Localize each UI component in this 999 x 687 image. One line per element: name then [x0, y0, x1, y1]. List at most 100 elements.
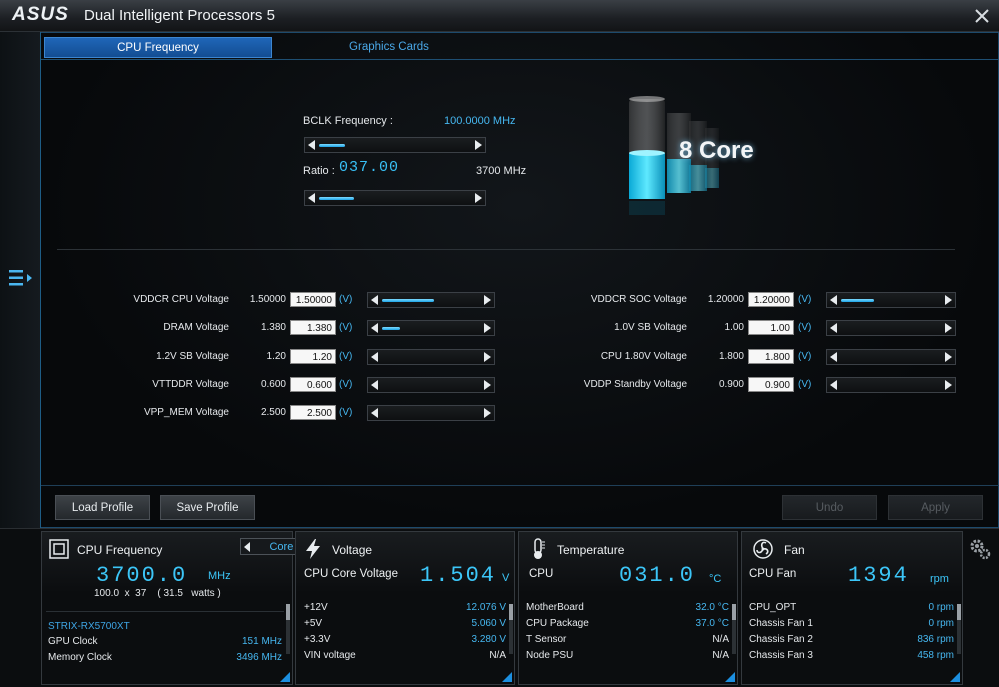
expand-corner-icon[interactable]	[950, 672, 960, 682]
cpu-core-voltage-value: 1.504	[420, 563, 497, 588]
ratio-value[interactable]: 037.00	[339, 159, 399, 176]
sensor-label: GPU Clock	[48, 636, 98, 647]
voltage-default: 1.20	[266, 350, 286, 362]
voltage-unit: (V)	[339, 350, 353, 362]
gpu-name: STRIX-RX5700XT	[48, 621, 130, 632]
cpu-fan-unit: rpm	[930, 573, 949, 585]
voltage-input[interactable]: 1.800	[748, 348, 794, 364]
slider-left-arrow-icon[interactable]	[371, 351, 378, 362]
voltage-slider[interactable]	[826, 320, 956, 337]
bclk-slider[interactable]	[304, 137, 486, 153]
slider-right-arrow-icon[interactable]	[475, 140, 482, 150]
voltage-slider[interactable]	[367, 348, 495, 365]
slider-right-arrow-icon[interactable]	[484, 323, 491, 334]
bclk-value: 100.0000 MHz	[444, 115, 516, 127]
sensor-value: 151 MHz	[241, 636, 282, 647]
menu-icon[interactable]	[6, 266, 36, 290]
slider-left-arrow-icon[interactable]	[830, 379, 837, 390]
slider-left-arrow-icon[interactable]	[830, 295, 837, 305]
sensor-label: T Sensor	[526, 634, 567, 645]
slider-right-arrow-icon[interactable]	[484, 295, 491, 305]
scrollbar[interactable]	[732, 604, 736, 654]
expand-corner-icon[interactable]	[725, 672, 735, 682]
voltage-name: VDDP Standby Voltage	[583, 378, 687, 390]
slider-right-arrow-icon[interactable]	[945, 323, 952, 334]
sensor-label: VIN voltage	[304, 650, 356, 661]
sensor-value: 836 rpm	[917, 634, 954, 645]
sensor-label: Chassis Fan 3	[749, 650, 813, 661]
scrollbar[interactable]	[509, 604, 513, 654]
voltage-input[interactable]: 1.50000	[290, 292, 336, 307]
slider-right-arrow-icon[interactable]	[475, 193, 482, 203]
cpu-temp-value: 031.0	[619, 563, 696, 588]
load-profile-button[interactable]: Load Profile	[55, 495, 150, 520]
slider-left-arrow-icon[interactable]	[371, 408, 378, 419]
core-count: 8 Core	[679, 137, 754, 164]
voltage-input[interactable]: 2.500	[290, 405, 336, 421]
expand-corner-icon[interactable]	[502, 672, 512, 682]
slider-right-arrow-icon[interactable]	[484, 408, 491, 419]
slider-right-arrow-icon[interactable]	[484, 351, 491, 362]
sensor-value: 3.280 V	[471, 634, 506, 645]
ratio-label: Ratio :	[303, 165, 335, 177]
cpu-frequency-panel: CPU Frequency Core 0 3700.0 MHz 100.0 x …	[41, 531, 330, 685]
scrollbar[interactable]	[957, 604, 961, 654]
slider-fill	[841, 299, 874, 302]
slider-left-arrow-icon[interactable]	[830, 323, 837, 334]
sensor-label: +3.3V	[304, 634, 331, 645]
ratio-slider[interactable]	[304, 190, 486, 206]
voltage-slider[interactable]	[367, 376, 495, 393]
voltage-slider[interactable]	[367, 292, 495, 308]
voltage-default: 0.600	[260, 378, 286, 390]
voltage-slider[interactable]	[826, 376, 956, 393]
voltage-input[interactable]: 0.600	[290, 376, 336, 392]
apply-button[interactable]: Apply	[888, 495, 983, 520]
voltage-default: 1.00	[724, 322, 744, 334]
voltage-input[interactable]: 1.20000	[748, 292, 794, 307]
sensor-label: CPU_OPT	[749, 602, 797, 613]
section-divider	[57, 249, 955, 250]
button-bar-divider	[41, 485, 999, 486]
scrollbar[interactable]	[286, 604, 290, 654]
slider-right-arrow-icon[interactable]	[945, 351, 952, 362]
tab-graphics-cards[interactable]: Graphics Cards	[275, 37, 503, 58]
tab-cpu-frequency[interactable]: CPU Frequency	[44, 37, 272, 58]
slider-fill	[382, 327, 400, 331]
close-icon[interactable]	[970, 4, 994, 28]
voltage-input[interactable]: 1.20	[290, 348, 336, 364]
voltage-default: 2.500	[260, 407, 286, 419]
slider-left-arrow-icon[interactable]	[830, 351, 837, 362]
fan-panel: Fan CPU Fan 1394 rpm CPU_OPT 0 rpm Chassis…	[741, 531, 963, 685]
sensor-value: N/A	[712, 650, 729, 661]
undo-button[interactable]: Undo	[782, 495, 877, 520]
expand-corner-icon[interactable]	[280, 672, 290, 682]
slider-left-arrow-icon[interactable]	[371, 323, 378, 334]
slider-fill	[319, 197, 354, 200]
ratio-frequency: 3700 MHz	[476, 165, 527, 177]
voltage-slider[interactable]	[367, 405, 495, 422]
voltage-slider[interactable]	[826, 348, 956, 365]
sensor-value: 32.0 °C	[695, 602, 729, 613]
voltage-slider[interactable]	[367, 320, 495, 337]
voltage-input[interactable]: 1.380	[290, 320, 336, 336]
lightning-icon	[306, 539, 320, 559]
slider-right-arrow-icon[interactable]	[484, 379, 491, 390]
gear-icon[interactable]	[968, 537, 992, 561]
asus-logo: ASUS	[12, 4, 69, 25]
sensor-value: 3496 MHz	[236, 652, 282, 663]
voltage-slider[interactable]	[826, 292, 956, 308]
save-profile-button[interactable]: Save Profile	[160, 495, 255, 520]
slider-right-arrow-icon[interactable]	[945, 295, 952, 305]
voltage-name: VDDCR CPU Voltage	[133, 294, 229, 305]
slider-left-arrow-icon[interactable]	[371, 295, 378, 305]
voltage-input[interactable]: 0.900	[748, 376, 794, 392]
chip-icon	[49, 539, 69, 559]
slider-left-arrow-icon[interactable]	[308, 193, 315, 203]
slider-right-arrow-icon[interactable]	[945, 379, 952, 390]
slider-left-arrow-icon[interactable]	[371, 379, 378, 390]
slider-left-arrow-icon[interactable]	[308, 140, 315, 150]
voltage-input[interactable]: 1.00	[748, 320, 794, 336]
sensor-value: N/A	[712, 634, 729, 645]
sensor-value: N/A	[489, 650, 506, 661]
temperature-panel: Temperature CPU 031.0 °C MotherBoard 32.0…	[518, 531, 738, 685]
